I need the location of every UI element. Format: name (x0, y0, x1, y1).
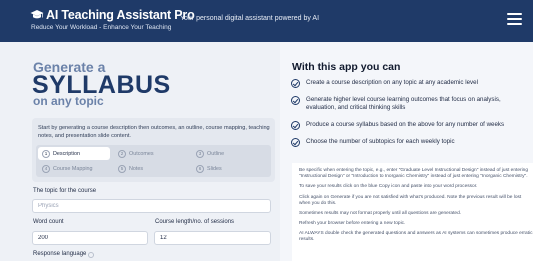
tab-description[interactable]: 1 Description (38, 147, 110, 160)
features-title: With this app you can (292, 61, 401, 73)
tab-notes[interactable]: 5 Notes (114, 162, 186, 175)
feature-item: Choose the number of subtopics for each … (291, 138, 531, 147)
word-count-field[interactable] (32, 231, 148, 245)
course-length-field[interactable] (154, 231, 271, 245)
hamburger-menu-icon[interactable] (507, 13, 522, 25)
tab-label: Outcomes (129, 150, 154, 157)
feature-item: Create a course description on any topic… (291, 79, 531, 88)
app-title: AI Teaching Assistant Pro (46, 8, 195, 22)
app-logo[interactable]: AI Teaching Assistant Pro (30, 8, 195, 22)
help-icon[interactable] (88, 252, 94, 258)
tab-slides[interactable]: 6 Slides (192, 162, 264, 175)
step-number: 1 (42, 149, 50, 158)
note-text: To save your results click on the blue C… (299, 184, 478, 190)
steps-card: Start by generating a course description… (32, 118, 275, 182)
note-text: Refresh your browser before entering a n… (299, 221, 406, 227)
step-number: 3 (196, 149, 204, 158)
feature-item: Generate higher level course learning ou… (291, 96, 531, 113)
topic-input[interactable] (32, 199, 271, 213)
app-header: AI Teaching Assistant Pro Reduce Your Wo… (0, 0, 533, 42)
step-number: 4 (42, 164, 50, 173)
note-text: Be specific when entering the topic, e.g… (299, 168, 528, 179)
tab-label: Course Mapping (53, 165, 93, 172)
tab-label: Outline (207, 150, 225, 157)
graduation-cap-icon (30, 9, 44, 21)
header-tagline: Your personal digital assistant powered … (180, 15, 320, 22)
check-circle-icon (291, 138, 300, 147)
tab-label: Description (53, 150, 80, 157)
tab-outcomes[interactable]: 2 Outcomes (114, 147, 186, 160)
note-text: Click again on Generate if you are not s… (299, 194, 522, 206)
hero-line-3: on any topic (33, 94, 104, 108)
step-number: 6 (196, 164, 204, 173)
check-circle-icon (291, 79, 300, 88)
tab-outline[interactable]: 3 Outline (192, 147, 264, 160)
step-tabs: 1 Description 2 Outcomes 3 Outline 4 Cou… (36, 145, 271, 177)
check-circle-icon (291, 121, 300, 130)
step-number: 2 (118, 149, 126, 158)
app-subtitle: Reduce Your Workload - Enhance Your Teac… (31, 24, 172, 31)
tab-course-mapping[interactable]: 4 Course Mapping (38, 162, 110, 175)
response-language-label: Response language (33, 251, 87, 257)
tab-label: Slides (207, 165, 222, 172)
feature-item: Produce a course syllabus based on the a… (291, 121, 531, 130)
step-number: 5 (118, 164, 126, 173)
tab-label: Notes (129, 165, 144, 172)
intro-text: Start by generating a course description… (38, 125, 270, 139)
usage-notes: Be specific when entering the topic, e.g… (292, 163, 533, 261)
note-text: Sometimes results may not format properl… (299, 210, 462, 216)
note-text: AI ALWAYS double check the generated que… (299, 231, 533, 243)
topic-label: The topic for the course (33, 188, 97, 194)
word-count-label: Word count (33, 219, 64, 225)
course-length-label: Course length/no. of sessions (155, 219, 235, 225)
check-circle-icon (291, 96, 300, 105)
